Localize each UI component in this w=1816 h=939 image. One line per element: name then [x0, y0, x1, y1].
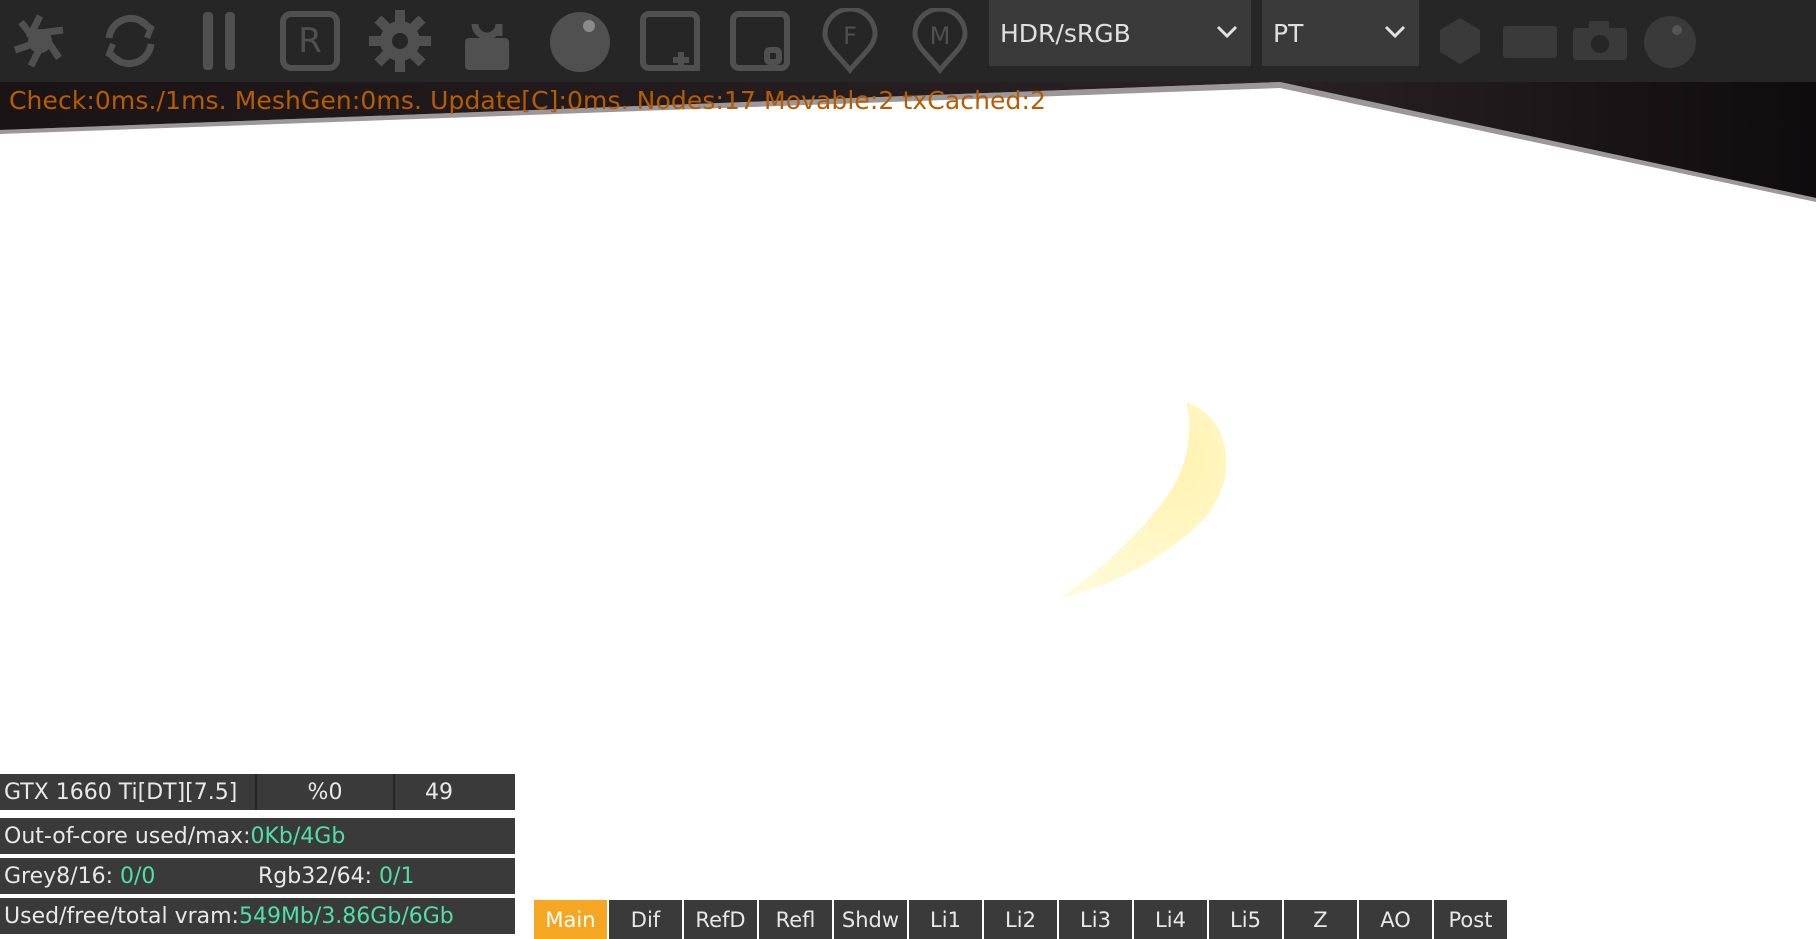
pass-tab-li1[interactable]: Li1 [909, 900, 982, 939]
grey-value: 0/0 [119, 863, 156, 889]
rgb-label: Rgb32/64: [258, 863, 380, 889]
add-object-icon[interactable] [632, 6, 708, 76]
pass-tab-li2[interactable]: Li2 [984, 900, 1057, 939]
rendered-scene [0, 82, 1816, 598]
gpu-count-value: 49 [425, 779, 453, 805]
color-mode-value: HDR/sRGB [1000, 18, 1131, 48]
render-stats-line: Check:0ms./1ms. MeshGen:0ms. Update[C]:0… [9, 86, 1047, 115]
pass-tab-main[interactable]: Main [534, 900, 607, 939]
focus-picker-icon[interactable] [722, 6, 798, 76]
material-sphere-icon[interactable] [542, 6, 618, 76]
render-toolbar: R F M HDR/sRGB PT [0, 0, 1816, 82]
region-render-icon[interactable]: R [272, 6, 348, 76]
chevron-down-icon [1216, 25, 1238, 39]
pass-tab-shdw[interactable]: Shdw [834, 900, 907, 939]
out-of-core-label: Out-of-core used/max: [4, 823, 251, 849]
pass-tab-ao[interactable]: AO [1359, 900, 1432, 939]
hexagon-icon[interactable] [1422, 6, 1498, 76]
grey-label: Grey8/16: [4, 863, 120, 889]
vram-row: Used/free/total vram: 549Mb / 3.86Gb / 6… [0, 898, 515, 934]
pass-tab-li5[interactable]: Li5 [1209, 900, 1282, 939]
out-of-core-row: Out-of-core used/max: 0Kb / 4Gb [0, 818, 515, 854]
rgb-value: 0/1 [379, 863, 415, 889]
vram-separator-2: / [401, 903, 409, 929]
kernel-select[interactable]: PT [1262, 0, 1419, 66]
screen-icon[interactable] [1492, 6, 1568, 76]
unlock-icon[interactable] [452, 6, 528, 76]
kernel-value: PT [1273, 18, 1304, 48]
pass-tab-post[interactable]: Post [1434, 900, 1507, 939]
pass-tab-z[interactable]: Z [1284, 900, 1357, 939]
vram-separator-1: / [313, 903, 322, 929]
svg-text:R: R [298, 21, 322, 61]
vram-total: 6Gb [408, 903, 454, 929]
grey-texture-count: Grey8/16: 0/0 [4, 864, 258, 889]
out-of-core-separator: / [292, 823, 301, 849]
pass-tab-li3[interactable]: Li3 [1059, 900, 1132, 939]
camera-icon[interactable] [1562, 6, 1638, 76]
vram-used: 549Mb [238, 903, 314, 929]
light-crescent-shape [1060, 402, 1227, 598]
aperture-icon[interactable] [2, 6, 78, 76]
chevron-down-icon [1384, 25, 1406, 39]
gpu-device-name: GTX 1660 Ti[DT][7.5] [0, 774, 257, 810]
focus-pin-icon[interactable]: F [812, 6, 888, 76]
svg-text:M: M [930, 22, 951, 50]
pass-tab-li4[interactable]: Li4 [1134, 900, 1207, 939]
pass-tab-dif[interactable]: Dif [609, 900, 682, 939]
pass-tab-refl[interactable]: Refl [759, 900, 832, 939]
reload-icon[interactable] [92, 6, 168, 76]
settings-gear-icon[interactable] [362, 6, 438, 76]
rgb-texture-count: Rgb32/64: 0/1 [258, 864, 414, 889]
out-of-core-used: 0Kb [250, 823, 293, 849]
material-pin-icon[interactable]: M [902, 6, 978, 76]
gpu-usage-percent: %0 [257, 774, 395, 810]
vram-free: 3.86Gb [321, 903, 402, 929]
out-of-core-max: 4Gb [300, 823, 346, 849]
svg-text:F: F [843, 22, 857, 50]
dark-sphere-icon[interactable] [1632, 6, 1708, 76]
pass-tab-refd[interactable]: RefD [684, 900, 757, 939]
texture-count-row: Grey8/16: 0/0 Rgb32/64: 0/1 [0, 858, 515, 894]
color-mode-select[interactable]: HDR/sRGB [989, 0, 1251, 66]
vram-label: Used/free/total vram: [4, 903, 239, 929]
render-viewport[interactable]: Check:0ms./1ms. MeshGen:0ms. Update[C]:0… [0, 82, 1816, 939]
pause-icon[interactable] [182, 6, 258, 76]
gpu-device-row: GTX 1660 Ti[DT][7.5] %0 49 [0, 774, 515, 810]
